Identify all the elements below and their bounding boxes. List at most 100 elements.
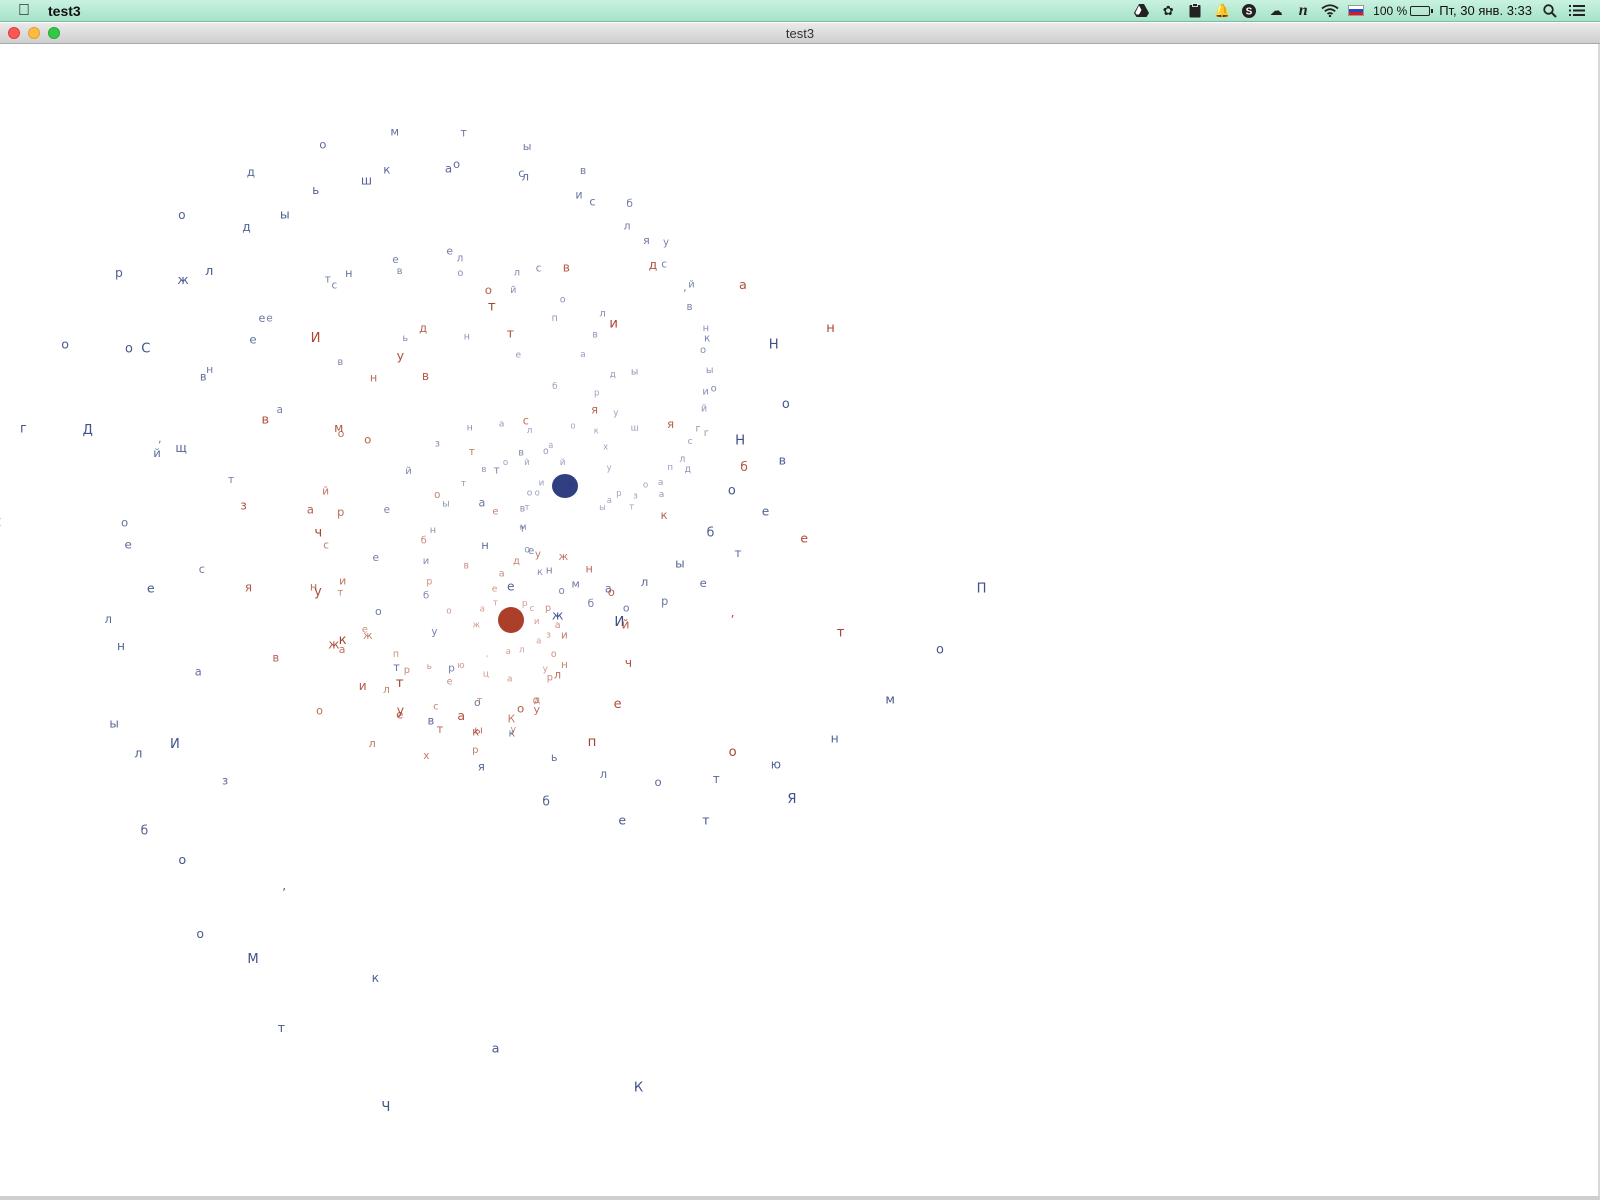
red-letter: у [510, 724, 516, 735]
blue-letter: и [702, 386, 708, 397]
red-letter: ц [483, 669, 489, 679]
red-letter: , [486, 650, 489, 660]
blue-letter: о [125, 341, 133, 356]
skype-icon[interactable]: S [1240, 2, 1258, 20]
blue-letter: ы [442, 499, 449, 510]
red-letter: н [586, 563, 593, 576]
red-letter: а [507, 675, 513, 685]
app-menu-name[interactable]: test3 [48, 3, 81, 19]
blue-letter: е [507, 580, 515, 594]
clipboard-icon[interactable] [1186, 2, 1204, 20]
red-letter: т [469, 446, 475, 458]
red-letter: р [337, 506, 344, 519]
blue-letter: к [704, 333, 710, 345]
blue-letter: т [713, 772, 720, 786]
blue-letter: а [445, 161, 452, 175]
letters-layer: Слышался,когдатыДождькосилсвоиглазаСгоро… [0, 125, 987, 1115]
blue-letter: о [643, 480, 648, 490]
blue-letter: в [337, 357, 343, 368]
blue-letter: М [247, 952, 258, 967]
blue-letter: н [464, 332, 470, 343]
n-icon[interactable]: n [1294, 2, 1312, 20]
blue-letter: л [134, 745, 142, 760]
blue-letter: е [618, 813, 626, 828]
battery-status[interactable]: 100 % [1373, 4, 1434, 18]
blue-letter: к [537, 567, 543, 578]
blue-letter: г [696, 424, 701, 435]
blue-letter: а [658, 478, 664, 488]
blue-letter: м [571, 577, 579, 590]
blue-letter: т [393, 661, 400, 674]
red-letter: о [446, 607, 452, 617]
blue-letter: е [515, 350, 521, 360]
blue-letter: щ [175, 441, 186, 455]
red-letter: о [485, 283, 492, 297]
blue-letter: л [105, 612, 112, 626]
blue-letter: в [427, 713, 434, 727]
blue-letter: д [684, 464, 690, 475]
menu-bar:  test3 ✿ 🔔 S ☁ n 100 % Пт, 30 янв. 3:33 [0, 0, 1600, 22]
flag-ru-icon[interactable] [1348, 5, 1365, 16]
red-letter: ю [457, 661, 464, 671]
blue-letter: з [633, 492, 638, 502]
bell-icon[interactable]: 🔔 [1213, 2, 1231, 20]
blue-letter: а [607, 496, 612, 506]
blue-letter: ь [402, 333, 408, 344]
blue-letter: с [661, 259, 667, 271]
blue-letter: а [499, 419, 505, 429]
red-letter: р [522, 599, 528, 609]
blue-letter: т [461, 478, 467, 489]
blue-letter: в [518, 448, 524, 459]
red-letter: в [422, 369, 429, 383]
red-letter: а [480, 604, 485, 614]
red-letter: а [499, 568, 505, 579]
svg-text:S: S [1246, 6, 1253, 17]
blue-letter: т [702, 814, 710, 829]
blue-letter: р [448, 663, 455, 675]
red-letter: ж [472, 620, 480, 630]
blue-letter: о [61, 337, 69, 352]
spotlight-search-icon[interactable] [1541, 2, 1559, 20]
red-letter: к [339, 633, 347, 648]
blue-letter: й [701, 403, 707, 414]
apple-logo-icon[interactable]:  [18, 0, 44, 22]
blue-letter: к [383, 162, 390, 176]
window-title-bar[interactable]: test3 [0, 23, 1600, 44]
blue-letter: а [478, 497, 485, 510]
paw-icon[interactable]: ✿ [1159, 2, 1177, 20]
blue-letter: е [258, 312, 265, 325]
blue-letter: в [687, 301, 693, 313]
blue-letter: н [546, 564, 553, 576]
blue-letter: д [610, 370, 616, 380]
blue-letter: п [552, 313, 558, 324]
blue-letter: с [536, 263, 542, 275]
blue-letter: в [397, 266, 403, 277]
blue-letter: к [372, 970, 380, 985]
blue-letter: о [121, 515, 128, 529]
blue-letter: е [762, 504, 770, 518]
blue-letter: т [494, 464, 500, 476]
red-letter: с [530, 604, 535, 614]
blue-letter: й [153, 446, 161, 460]
red-letter: у [535, 549, 541, 561]
menu-clock[interactable]: Пт, 30 янв. 3:33 [1439, 3, 1532, 18]
wifi-icon[interactable] [1321, 2, 1339, 20]
blue-letter: б [542, 795, 550, 809]
window-bottom-edge [0, 1196, 1600, 1200]
blue-letter: т [325, 273, 331, 286]
blue-letter: м [390, 125, 399, 139]
notification-list-icon[interactable] [1568, 2, 1586, 20]
cloud-icon[interactable]: ☁ [1267, 2, 1285, 20]
red-letter: у [397, 348, 405, 363]
red-letter: д [419, 321, 427, 335]
red-letter: ч [314, 526, 322, 541]
blue-letter: б [423, 591, 429, 602]
google-drive-icon[interactable] [1132, 2, 1150, 20]
red-letter: а [536, 636, 541, 646]
blue-letter: л [205, 264, 213, 279]
red-letter: д [513, 556, 520, 567]
blue-letter: у [607, 464, 612, 474]
red-letter: л [554, 669, 561, 682]
red-letter: ж [559, 550, 569, 563]
blue-letter: ш [361, 174, 372, 188]
